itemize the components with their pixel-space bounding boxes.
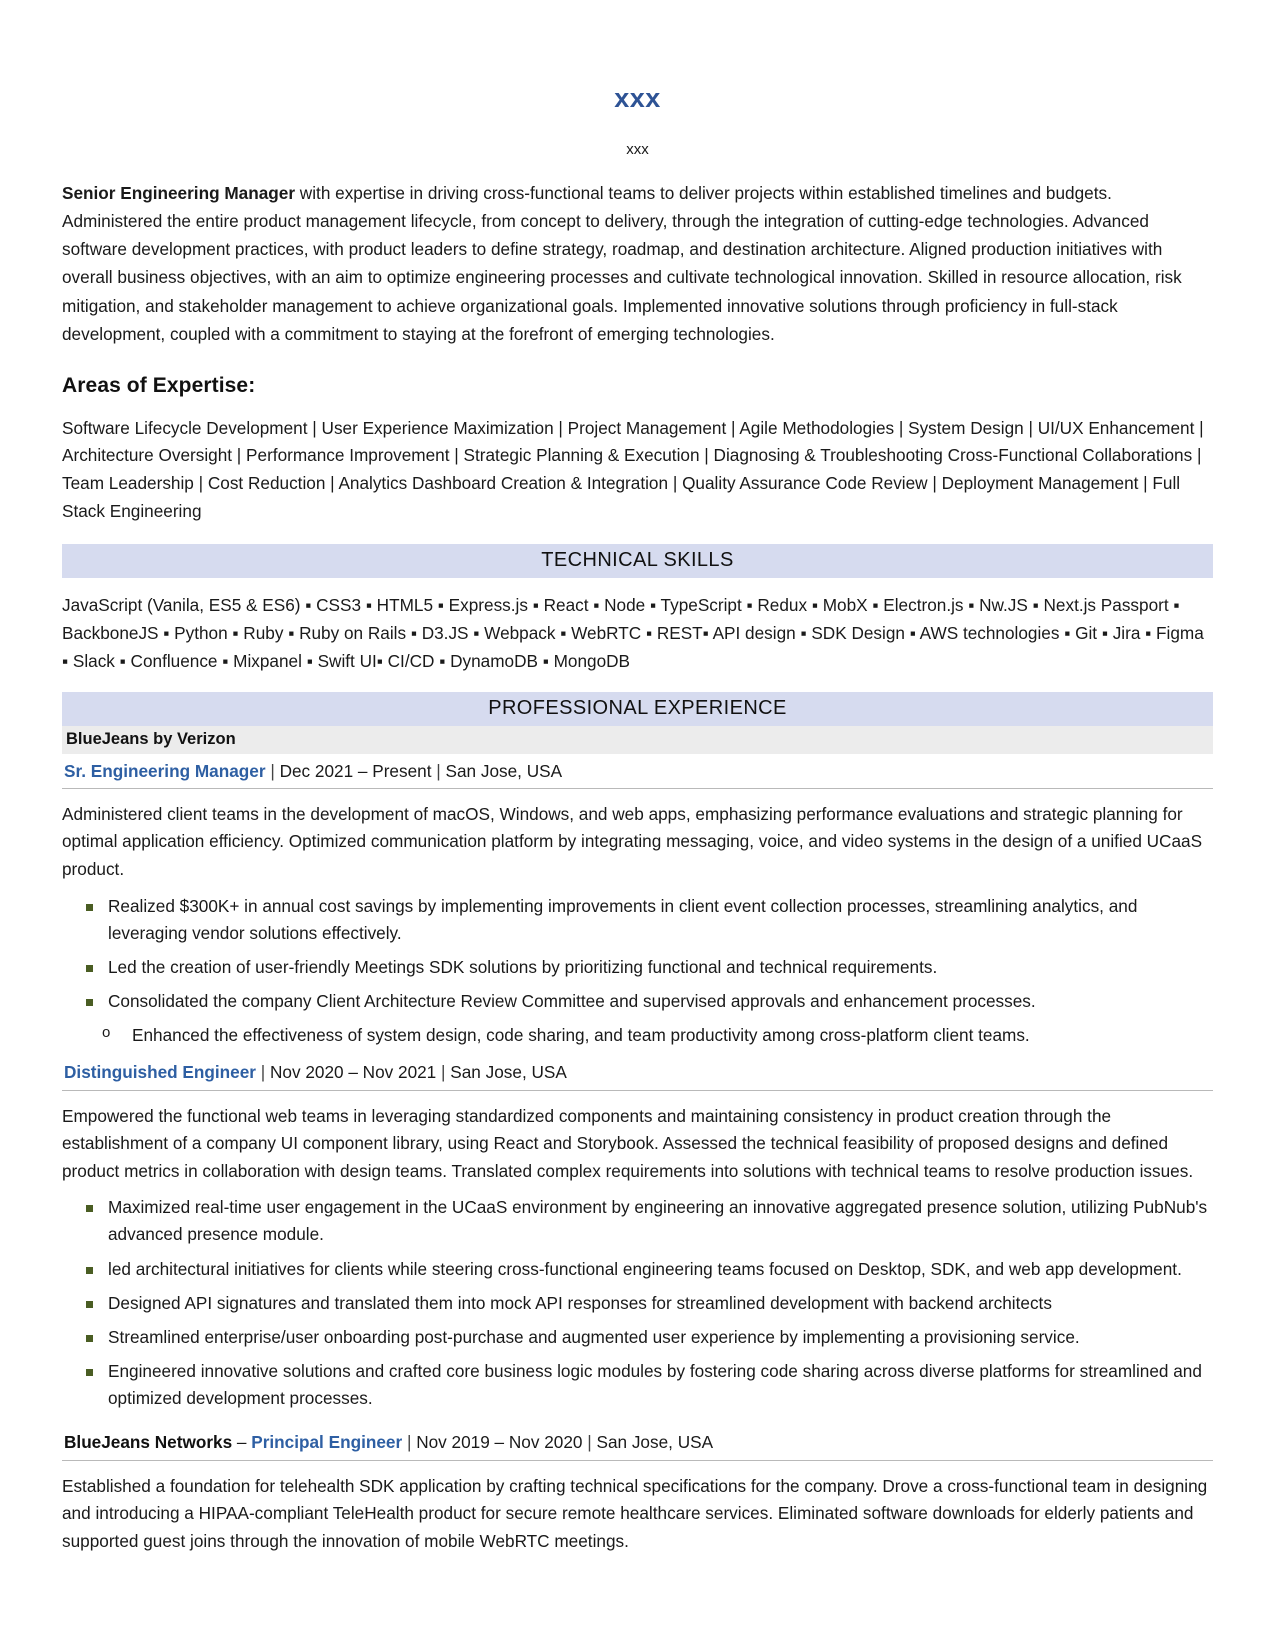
areas-of-expertise-text: Software Lifecycle Development | User Ex… [62, 417, 1204, 522]
role-title: Distinguished Engineer [64, 1062, 256, 1083]
job-bullet-list: Realized $300K+ in annual cost savings b… [62, 893, 1213, 1016]
summary-body: with expertise in driving cross-function… [62, 183, 1182, 344]
professional-summary: Senior Engineering Manager with expertis… [62, 179, 1213, 347]
list-item: Enhanced the effectiveness of system des… [98, 1021, 1213, 1049]
role-line-distinguished-engineer: Distinguished Engineer | Nov 2020 – Nov … [62, 1057, 1213, 1091]
list-item: led architectural initiatives for client… [80, 1256, 1213, 1283]
job-bullet-list: Maximized real-time user engagement in t… [62, 1194, 1213, 1412]
contact-line: xxx [626, 141, 649, 159]
job-description: Administered client teams in the develop… [62, 803, 1203, 879]
role-title: Principal Engineer [251, 1432, 403, 1453]
company-name-bluejeans-verizon: BlueJeans by Verizon [62, 725, 1213, 754]
role-title: Sr. Engineering Manager [64, 760, 266, 781]
summary-lead-title: Senior Engineering Manager [62, 183, 296, 204]
role-line-principal-engineer: BlueJeans Networks – Principal Engineer … [62, 1427, 1213, 1461]
job-subbullet-list: Enhanced the effectiveness of system des… [62, 1021, 1213, 1049]
role-separator-2: | [436, 760, 441, 781]
professional-experience-band: PROFESSIONAL EXPERIENCE [62, 691, 1213, 726]
role-separator-2: | [587, 1432, 592, 1453]
role-location: San Jose, USA [445, 760, 563, 781]
role-separator-2: | [441, 1062, 446, 1083]
role-line-sr-engineering-manager: Sr. Engineering Manager | Dec 2021 – Pre… [62, 756, 1213, 789]
candidate-name: xxx [614, 83, 661, 113]
role-dates: Dec 2021 – Present [279, 760, 432, 781]
role-dates: Nov 2019 – Nov 2020 [416, 1432, 583, 1453]
list-item: Designed API signatures and translated t… [80, 1290, 1213, 1317]
role-dash: – [232, 1432, 252, 1453]
role-separator: | [270, 760, 275, 781]
list-item: Realized $300K+ in annual cost savings b… [80, 893, 1213, 947]
list-item: Streamlined enterprise/user onboarding p… [80, 1324, 1213, 1351]
technical-skills-text: JavaScript (Vanila, ES5 & ES6) ▪ CSS3 ▪ … [62, 595, 1204, 671]
list-item: Consolidated the company Client Architec… [80, 988, 1213, 1015]
role-dates: Nov 2020 – Nov 2021 [269, 1062, 437, 1083]
list-item: Maximized real-time user engagement in t… [80, 1194, 1213, 1248]
list-item: Engineered innovative solutions and craf… [80, 1358, 1213, 1412]
role-location: San Jose, USA [450, 1062, 567, 1083]
job-description: Empowered the functional web teams in le… [62, 1105, 1194, 1181]
list-item: Led the creation of user-friendly Meetin… [80, 954, 1213, 981]
technical-skills-band: TECHNICAL SKILLS [62, 544, 1213, 579]
role-company-inline: BlueJeans Networks [64, 1432, 233, 1453]
role-separator: | [406, 1432, 412, 1453]
role-separator: | [260, 1062, 266, 1083]
job-description: Established a foundation for telehealth … [62, 1475, 1208, 1551]
areas-of-expertise-title: Areas of Expertise: [62, 373, 256, 397]
role-location: San Jose, USA [596, 1432, 714, 1453]
resume-page: xxx xxx Senior Engineering Manager with … [0, 0, 1275, 1650]
